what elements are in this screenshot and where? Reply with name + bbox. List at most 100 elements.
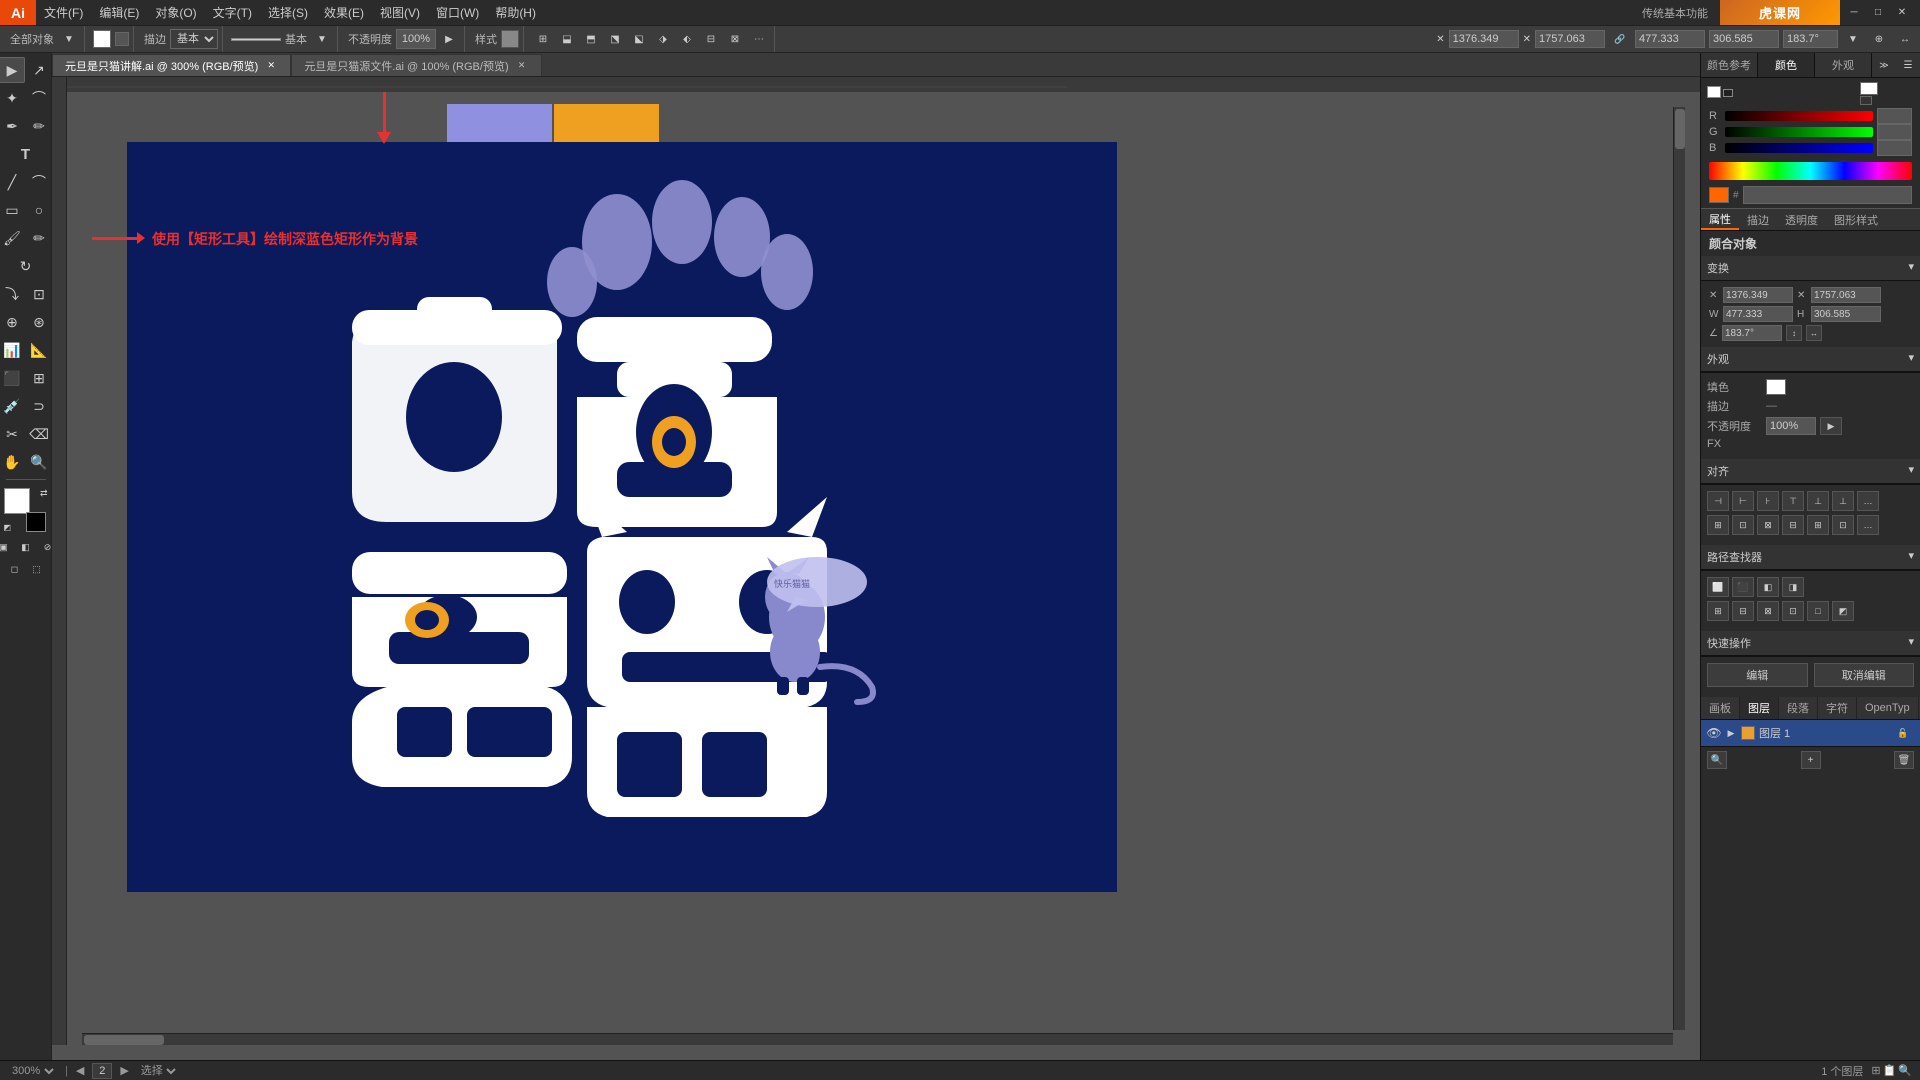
select-tool[interactable]: ▶	[0, 57, 25, 83]
gradient-fill-btn[interactable]: ◧	[16, 538, 36, 556]
align-center-btn[interactable]: ⬒	[580, 28, 602, 50]
direct-select-tool[interactable]: ↗	[26, 57, 52, 83]
hand-tool[interactable]: ✋	[0, 449, 25, 475]
align-left-btn[interactable]: ⬓	[556, 28, 578, 50]
transparency-tab[interactable]: 透明度	[1777, 209, 1826, 230]
delete-layer-btn[interactable]: 🗑	[1894, 751, 1914, 769]
pathfinder-crop[interactable]: ⊡	[1782, 601, 1804, 621]
line-tool[interactable]: ╱	[0, 169, 25, 195]
menu-help[interactable]: 帮助(H)	[487, 0, 544, 25]
pathfinder-minus[interactable]: ⬛	[1732, 577, 1754, 597]
pathfinder-unite[interactable]: ⬜	[1707, 577, 1729, 597]
rect-tool[interactable]: ▭	[0, 197, 25, 223]
align-middle-btn[interactable]: ⬗	[652, 28, 674, 50]
scrollbar-h[interactable]	[82, 1033, 1673, 1045]
pathfinder-minus-back[interactable]: ◩	[1832, 601, 1854, 621]
stroke-dropdown-btn[interactable]: ▼	[311, 28, 333, 50]
blend-tool[interactable]: ⊃	[26, 393, 52, 419]
tool-select[interactable]: 选择	[137, 1063, 179, 1079]
quick-actions-header[interactable]: 快速操作 ▾	[1701, 631, 1920, 656]
align-right-btn[interactable]: ⬔	[604, 28, 626, 50]
pen-tool[interactable]: ✒	[0, 113, 25, 139]
zoom-tool[interactable]: 🔍	[26, 449, 52, 475]
add-layer-btn[interactable]: +	[1801, 751, 1821, 769]
menu-effect[interactable]: 效果(E)	[316, 0, 372, 25]
align-bottom-edge[interactable]: ⊥	[1832, 491, 1854, 511]
angle-transform-input[interactable]	[1722, 325, 1782, 341]
dist-h-btn[interactable]: ⊟	[700, 28, 722, 50]
h-input[interactable]	[1709, 30, 1779, 48]
eyedropper-tool[interactable]: 💉	[0, 393, 25, 419]
prev-page-btn[interactable]: ◀	[76, 1064, 84, 1077]
hex-color-input[interactable]	[1743, 186, 1912, 204]
r-value-input[interactable]	[1877, 108, 1912, 124]
page-num-input[interactable]	[92, 1063, 112, 1079]
lasso-tool[interactable]: ⌒	[26, 85, 52, 111]
b-value-input[interactable]	[1877, 140, 1912, 156]
outline-view-btn[interactable]: ⬚	[27, 560, 47, 578]
angle-dropdown-btn[interactable]: ▼	[1842, 28, 1864, 50]
rp-tab-more[interactable]: ≫	[1872, 53, 1896, 77]
text-tool[interactable]: T	[13, 141, 39, 167]
style-swatch[interactable]	[501, 30, 519, 48]
rp-tab-color[interactable]: 颜色	[1758, 53, 1815, 77]
align-grid-btn[interactable]: ⊞	[532, 28, 554, 50]
default-colors-btn[interactable]: ◩	[4, 523, 12, 532]
rp-panel-menu[interactable]: ☰	[1896, 53, 1920, 77]
cancel-edit-btn[interactable]: 取消编辑	[1814, 663, 1915, 687]
fill-icon[interactable]	[1860, 82, 1878, 95]
color-spectrum[interactable]	[1709, 162, 1912, 180]
tab-0-close[interactable]: ✕	[264, 59, 278, 73]
pathfinder-trim[interactable]: ⊟	[1732, 601, 1754, 621]
dist-top[interactable]: ⊟	[1782, 515, 1804, 535]
layers-tab-opentype[interactable]: OpenTyp	[1857, 697, 1919, 719]
rp-tab-color-ref[interactable]: 颜色参考	[1701, 53, 1758, 77]
flip-h-btn[interactable]: ↔	[1894, 28, 1916, 50]
g-value-input[interactable]	[1877, 124, 1912, 140]
layers-tab-character[interactable]: 字符	[1818, 697, 1857, 719]
layers-tab-artboard[interactable]: 画板	[1701, 697, 1740, 719]
rotate-tool[interactable]: ↻	[13, 253, 39, 279]
menu-object[interactable]: 对象(O)	[147, 0, 204, 25]
grid-status-btn[interactable]: ⊞	[1871, 1064, 1880, 1077]
align-right-edge[interactable]: ⊦	[1757, 491, 1779, 511]
y-transform-input[interactable]	[1811, 287, 1881, 303]
h-transform-input[interactable]	[1811, 306, 1881, 322]
stroke-box[interactable]	[1723, 89, 1733, 97]
tab-1[interactable]: 元旦是只猫源文件.ai @ 100% (RGB/预览) ✕	[291, 54, 541, 76]
align-bottom-btn[interactable]: ⬖	[676, 28, 698, 50]
opacity-arrow[interactable]: ▶	[438, 28, 460, 50]
object-dropdown[interactable]: ▼	[58, 28, 80, 50]
align-more[interactable]: …	[1857, 491, 1879, 511]
pathfinder-intersect[interactable]: ◧	[1757, 577, 1779, 597]
layer-expand-icon[interactable]: ▶	[1725, 727, 1737, 739]
w-input[interactable]	[1635, 30, 1705, 48]
pathfinder-merge[interactable]: ⊠	[1757, 601, 1779, 621]
flip-v-transform-btn[interactable]: ↔	[1806, 325, 1822, 341]
layer-item-1[interactable]: 👁 ▶ 图层 1 🔓	[1701, 720, 1920, 746]
menu-edit[interactable]: 编辑(E)	[91, 0, 147, 25]
stroke-color-button[interactable]	[115, 32, 129, 46]
flip-h-transform-btn[interactable]: ↕	[1786, 325, 1802, 341]
zoom-select[interactable]: 300%	[8, 1063, 57, 1079]
fill-swatch[interactable]	[1766, 379, 1786, 395]
align-left-edge[interactable]: ⊣	[1707, 491, 1729, 511]
g-slider[interactable]	[1725, 127, 1873, 137]
w-transform-input[interactable]	[1723, 306, 1793, 322]
foreground-color[interactable]	[4, 488, 30, 514]
add-anchor-tool[interactable]: ✏	[26, 113, 52, 139]
scrollbar-v[interactable]	[1673, 107, 1685, 1030]
free-transform-tool[interactable]: ⊡	[26, 281, 52, 307]
more-transforms-btn[interactable]: ⊕	[1868, 28, 1890, 50]
dist-v-c[interactable]: ⊞	[1807, 515, 1829, 535]
stroke-tab[interactable]: 描边	[1739, 209, 1777, 230]
column-chart-tool[interactable]: 📊	[0, 337, 25, 363]
scrollbar-v-thumb[interactable]	[1675, 109, 1685, 149]
ellipse-tool[interactable]: ○	[26, 197, 52, 223]
normal-view-btn[interactable]: ◻	[5, 560, 25, 578]
x-coord-input[interactable]	[1449, 30, 1519, 48]
layers-tab-layers[interactable]: 图层	[1740, 697, 1779, 719]
minimize-button[interactable]: ─	[1844, 3, 1864, 23]
next-page-btn[interactable]: ▶	[120, 1064, 128, 1077]
mesh-tool[interactable]: ⊞	[26, 365, 52, 391]
